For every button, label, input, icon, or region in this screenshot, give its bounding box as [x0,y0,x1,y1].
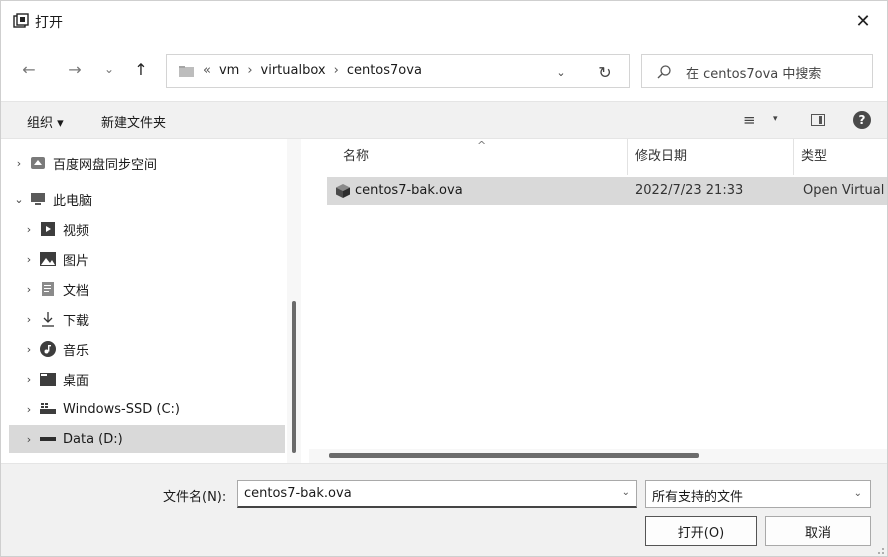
open-button[interactable]: 打开(O) [645,516,757,546]
sort-ascending-icon: ^ [477,139,487,152]
sidebar-item-documents[interactable]: › 文档 [19,275,295,303]
file-modified-date: 2022/7/23 21:33 [635,183,744,198]
dialog-footer: 文件名(N): centos7-bak.ova ⌄ 所有支持的文件 ⌄ 打开(O… [1,463,887,556]
sidebar-item-drive-c[interactable]: › Windows-SSD (C:) [19,395,295,423]
cloud-sync-icon [29,155,47,171]
breadcrumb-segment-centos7ova[interactable]: centos7ova [347,63,422,78]
breadcrumb-separator-icon: › [333,63,339,78]
expand-chevron-icon[interactable]: › [19,343,39,356]
file-type-filter-select[interactable]: 所有支持的文件 ⌄ [645,480,871,508]
drive-d-icon [39,431,57,447]
command-bar: 组织 ▾ 新建文件夹 ≡ ▾ ? [1,101,887,139]
search-input[interactable]: 在 centos7ova 中搜索 [641,54,873,88]
file-type: Open Virtual [803,183,885,198]
sidebar-item-label: 下载 [63,313,90,329]
sidebar-item-label: 桌面 [63,373,90,389]
filename-label: 文件名(N): [163,490,227,505]
file-list-pane: 名称 ^ 修改日期 类型 centos7-bak.ova 2022/7/23 2… [309,139,887,463]
cancel-button[interactable]: 取消 [765,516,871,546]
drive-c-icon [39,401,57,417]
view-options-icon[interactable]: ≡ [743,111,756,129]
breadcrumb: « vm › virtualbox › centos7ova [203,63,422,78]
back-arrow-icon[interactable]: ← [17,57,41,81]
organize-menu-button[interactable]: 组织 ▾ [27,112,64,131]
expand-chevron-icon[interactable]: › [9,157,29,170]
download-icon [39,311,57,327]
column-divider[interactable] [793,139,794,175]
navigation-pane: › 百度网盘同步空间 ⌄ 此电脑 › 视频 › 图片 › 文档 › 下载 › 音… [1,139,301,463]
sidebar-item-label: 文档 [63,283,90,299]
sidebar-item-music[interactable]: › 音乐 [19,335,295,363]
sidebar-item-baidu-sync[interactable]: › 百度网盘同步空间 [9,149,285,177]
sidebar-item-videos[interactable]: › 视频 [19,215,295,243]
sidebar-item-label: 音乐 [63,343,90,359]
breadcrumb-segment-virtualbox[interactable]: virtualbox [261,63,326,78]
view-dropdown-icon[interactable]: ▾ [773,114,778,124]
address-bar[interactable]: « vm › virtualbox › centos7ova ⌄ ↻ [166,54,630,88]
collapse-chevron-icon[interactable]: ⌄ [9,193,29,206]
expand-chevron-icon[interactable]: › [19,313,39,326]
file-type-filter-value: 所有支持的文件 [652,490,744,505]
filename-input[interactable]: centos7-bak.ova ⌄ [237,480,637,508]
sidebar-item-label: Windows-SSD (C:) [63,401,180,417]
sidebar-item-downloads[interactable]: › 下载 [19,305,295,333]
refresh-icon[interactable]: ↻ [593,60,617,84]
expand-chevron-icon[interactable]: › [19,253,39,266]
filter-chevron-icon: ⌄ [853,488,862,499]
computer-icon [29,191,47,207]
expand-chevron-icon[interactable]: › [19,283,39,296]
file-list-scrollbar-thumb[interactable] [329,453,699,458]
title-bar: 打开 ✕ [1,1,887,41]
forward-arrow-icon[interactable]: → [63,57,87,81]
filename-value: centos7-bak.ova [244,486,352,501]
column-header-modified[interactable]: 修改日期 [635,145,687,164]
open-file-dialog: 打开 ✕ ← → ⌄ ↑ « vm › virtualbox › centos7… [0,0,888,557]
sidebar-item-desktop[interactable]: › 桌面 [19,365,295,393]
dialog-title: 打开 [35,15,63,31]
close-button[interactable]: ✕ [843,5,883,37]
video-icon [39,221,57,237]
search-icon [656,64,672,80]
new-folder-button[interactable]: 新建文件夹 [101,112,166,131]
sidebar-item-drive-d[interactable]: › Data (D:) [9,425,285,453]
sidebar-item-label: 此电脑 [53,193,93,209]
documents-icon [39,281,57,297]
folder-icon [179,66,194,77]
search-placeholder: 在 centos7ova 中搜索 [686,67,822,82]
expand-chevron-icon[interactable]: › [19,373,39,386]
address-dropdown-icon[interactable]: ⌄ [551,62,571,82]
breadcrumb-segment-vm[interactable]: vm [219,63,239,78]
sidebar-scrollbar-thumb[interactable] [292,301,296,453]
resize-grip-icon[interactable] [875,544,885,554]
ova-package-icon [335,183,351,199]
breadcrumb-separator-icon: › [247,63,253,78]
file-row[interactable]: centos7-bak.ova 2022/7/23 21:33 Open Vir… [327,177,887,205]
pictures-icon [39,251,57,267]
column-header-type[interactable]: 类型 [801,145,827,164]
preview-pane-icon[interactable] [811,114,825,126]
breadcrumb-overflow[interactable]: « [203,63,211,78]
column-header-name[interactable]: 名称 [343,145,369,164]
expand-chevron-icon[interactable]: › [19,403,39,416]
expand-chevron-icon[interactable]: › [19,433,39,446]
up-arrow-icon[interactable]: ↑ [129,57,153,81]
sidebar-item-label: 百度网盘同步空间 [53,157,158,173]
help-icon[interactable]: ? [853,111,871,129]
music-icon [39,341,57,357]
filename-history-chevron-icon[interactable]: ⌄ [622,487,630,498]
dialog-app-icon [13,13,29,29]
recent-locations-chevron-icon[interactable]: ⌄ [97,57,121,81]
sidebar-item-pictures[interactable]: › 图片 [19,245,295,273]
file-name: centos7-bak.ova [355,183,463,198]
desktop-icon [39,371,57,387]
sidebar-item-label: 图片 [63,253,90,269]
column-divider[interactable] [627,139,628,175]
sidebar-item-label: Data (D:) [63,431,123,447]
sidebar-item-this-pc[interactable]: ⌄ 此电脑 [9,185,285,213]
sidebar-item-label: 视频 [63,223,90,239]
expand-chevron-icon[interactable]: › [19,223,39,236]
